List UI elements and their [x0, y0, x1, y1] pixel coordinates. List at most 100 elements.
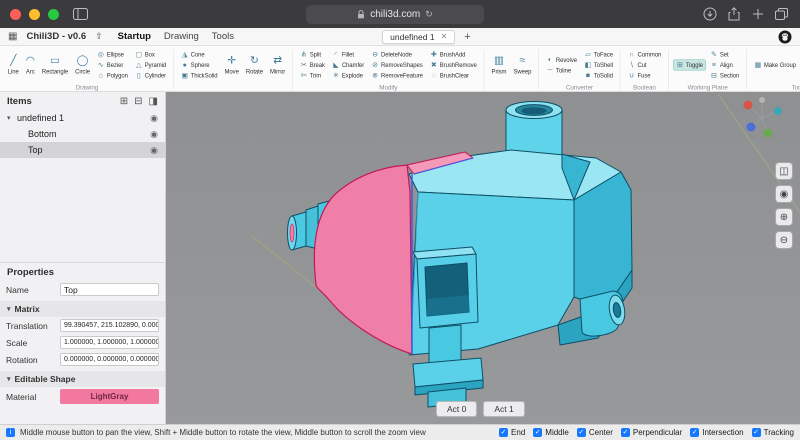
rectangle-button[interactable]: ▭Rectangle — [38, 54, 71, 76]
tab-overview-icon[interactable] — [773, 6, 790, 22]
snap-tracking[interactable]: ✓Tracking — [752, 428, 794, 437]
tab-drawing[interactable]: Drawing — [164, 31, 199, 42]
zoom-out-button[interactable]: ⊖ — [775, 231, 793, 249]
zoom-window-button[interactable] — [48, 9, 59, 20]
fillet-button[interactable]: ◜Fillet — [330, 50, 366, 60]
sphere-button[interactable]: ●Sphere — [179, 60, 220, 70]
toggle-button[interactable]: ⊞Toggle — [674, 60, 705, 70]
removeshapes-button[interactable]: ⊘RemoveShapes — [369, 60, 425, 70]
tree-item-bottom[interactable]: Bottom◉ — [0, 126, 165, 142]
checkbox-checked-icon[interactable]: ✓ — [577, 428, 586, 437]
box-button[interactable]: ▢Box — [133, 50, 168, 60]
explode-button[interactable]: ✳Explode — [330, 71, 366, 81]
new-document-button[interactable]: + — [464, 32, 470, 42]
tab-startup[interactable]: Startup — [118, 31, 151, 42]
address-bar[interactable]: chili3d.com ↻ — [306, 5, 484, 24]
brushadd-button[interactable]: ✚BrushAdd — [428, 50, 479, 60]
deletenode-button[interactable]: ⊖DeleteNode — [369, 50, 425, 60]
circle-button[interactable]: ◯Circle — [72, 54, 94, 76]
rotation-value[interactable]: 0.000000, 0.000000, 0.000000 — [60, 353, 159, 366]
fuse-button[interactable]: ∪Fuse — [626, 71, 664, 81]
checkbox-checked-icon[interactable]: ✓ — [533, 428, 542, 437]
chamfer-button[interactable]: ◣Chamfer — [330, 60, 366, 70]
model-pump[interactable] — [288, 102, 633, 408]
section-button[interactable]: ⊟Section — [708, 71, 741, 81]
line-button[interactable]: ╱Line — [4, 54, 22, 76]
checkbox-checked-icon[interactable]: ✓ — [621, 428, 630, 437]
snap-center[interactable]: ✓Center — [577, 428, 613, 437]
prism-button[interactable]: ▥Prism — [488, 54, 510, 76]
snap-perpendicular[interactable]: ✓Perpendicular — [621, 428, 682, 437]
matrix-section-header[interactable]: ▾ Matrix — [0, 301, 165, 317]
make-group-button[interactable]: ▦Make Group — [752, 60, 798, 70]
tree-caret-icon[interactable]: ▾ — [7, 114, 17, 122]
toface-button[interactable]: ▱ToFace — [582, 50, 615, 60]
break-button[interactable]: ✂Break — [298, 60, 327, 70]
revolve-button[interactable]: ◐Revolve — [544, 55, 579, 65]
brushremove-button[interactable]: ✖BrushRemove — [428, 60, 479, 70]
scale-value[interactable]: 1.000000, 1.000000, 1.000000 — [60, 336, 159, 349]
visibility-eye-icon[interactable]: ◉ — [150, 129, 158, 140]
set-button[interactable]: ✎Set — [708, 50, 741, 60]
arc-button[interactable]: ◠Arc — [22, 54, 38, 76]
split-button[interactable]: ⋔Split — [298, 50, 327, 60]
tosolid-button[interactable]: ■ToSolid — [582, 71, 615, 81]
common-button[interactable]: ∩Common — [626, 50, 664, 60]
act-1-button[interactable]: Act 1 — [483, 401, 524, 417]
toline-button[interactable]: ─Toline — [544, 65, 579, 75]
close-window-button[interactable] — [10, 9, 21, 20]
checkbox-checked-icon[interactable]: ✓ — [752, 428, 761, 437]
close-document-icon[interactable]: ✕ — [441, 32, 448, 41]
sweep-button[interactable]: ≈Sweep — [510, 54, 535, 76]
menu-grid-icon[interactable]: ▦ — [8, 31, 17, 42]
share-icon[interactable] — [725, 6, 742, 22]
document-tab[interactable]: undefined 1 ✕ — [382, 30, 455, 44]
expand-all-icon[interactable]: ⊟ — [134, 96, 142, 107]
align-button[interactable]: ≡Align — [708, 60, 741, 70]
material-value-button[interactable]: LightGray — [60, 389, 159, 404]
polygon-button[interactable]: ⌂Polygon — [95, 71, 130, 81]
cylinder-button[interactable]: ▯Cylinder — [133, 71, 168, 81]
removefeature-button[interactable]: ⊗RemoveFeature — [369, 71, 425, 81]
visibility-button[interactable]: ◉ — [775, 185, 793, 203]
translation-value[interactable]: 99.390457, 215.102890, 0.00000 — [60, 319, 159, 332]
github-icon[interactable] — [778, 30, 792, 44]
checkbox-checked-icon[interactable]: ✓ — [690, 428, 699, 437]
name-input[interactable]: Top — [60, 283, 159, 296]
tree-item-top[interactable]: Top◉ — [0, 142, 165, 158]
reload-icon[interactable]: ↻ — [425, 9, 433, 20]
export-icon[interactable]: ⇧ — [95, 31, 103, 42]
minimize-window-button[interactable] — [29, 9, 40, 20]
move-button[interactable]: ✛Move — [221, 54, 242, 76]
group-icon[interactable]: ⊞ — [120, 96, 128, 107]
bezier-button[interactable]: ∿Bezier — [95, 60, 130, 70]
axis-gizmo[interactable] — [744, 97, 783, 138]
toshell-button[interactable]: ◧ToShell — [582, 60, 615, 70]
ellipse-button[interactable]: ◎Ellipse — [95, 50, 130, 60]
rotate-button[interactable]: ↻Rotate — [242, 54, 266, 76]
cone-button[interactable]: ◮Cone — [179, 50, 220, 60]
sidebar-toggle-icon[interactable] — [72, 6, 89, 22]
fit-view-button[interactable]: ◫ — [775, 162, 793, 180]
viewport-canvas[interactable] — [166, 92, 800, 424]
tab-tools[interactable]: Tools — [212, 31, 234, 42]
downloads-icon[interactable] — [701, 6, 718, 22]
thicksolid-button[interactable]: ▣ThickSolid — [179, 71, 220, 81]
brushclear-button[interactable]: ◌BrushClear — [428, 71, 479, 81]
snap-end[interactable]: ✓End — [499, 428, 525, 437]
pyramid-button[interactable]: △Pyramid — [133, 60, 168, 70]
tree-item-undefined-1[interactable]: ▾undefined 1◉ — [0, 110, 165, 126]
visibility-eye-icon[interactable]: ◉ — [150, 113, 158, 124]
cut-button[interactable]: ∖Cut — [626, 60, 664, 70]
checkbox-checked-icon[interactable]: ✓ — [499, 428, 508, 437]
visibility-eye-icon[interactable]: ◉ — [150, 145, 158, 156]
mirror-button[interactable]: ⇄Mirror — [267, 54, 289, 76]
zoom-in-button[interactable]: ⊕ — [775, 208, 793, 226]
snap-middle[interactable]: ✓Middle — [533, 428, 569, 437]
trim-button[interactable]: ✄Trim — [298, 71, 327, 81]
new-tab-icon[interactable] — [749, 6, 766, 22]
viewport-3d[interactable]: ◫ ◉ ⊕ ⊖ Act 0 Act 1 — [166, 92, 800, 424]
act-0-button[interactable]: Act 0 — [436, 401, 477, 417]
snap-intersection[interactable]: ✓Intersection — [690, 428, 743, 437]
outlet-stub[interactable] — [580, 291, 627, 336]
